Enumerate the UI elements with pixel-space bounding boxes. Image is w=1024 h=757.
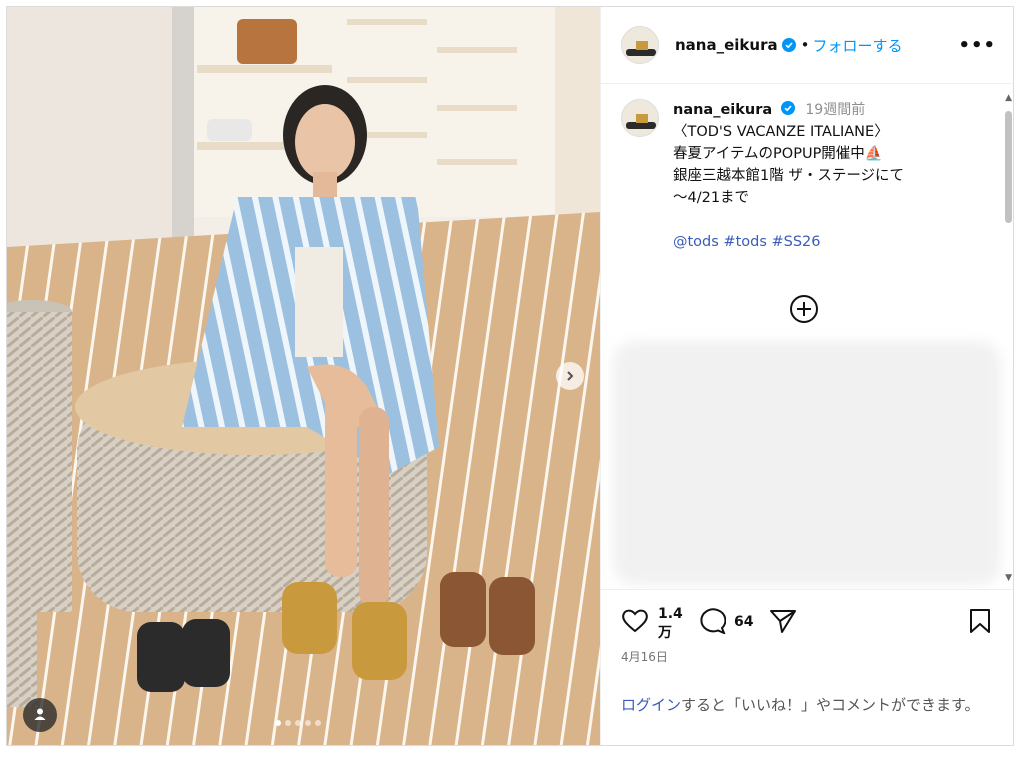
carousel-dot [305, 720, 311, 726]
blurred-comments [613, 341, 1001, 585]
post-date[interactable]: 4月16日 [621, 648, 668, 665]
instagram-post-embed: nana_eikura • フォローする ••• nana_eikura 19週… [6, 6, 1014, 746]
bookmark-icon[interactable] [968, 608, 992, 638]
login-prompt: ログインすると「いいね！」やコメントができます。 [621, 694, 996, 716]
caption-line: 〈TOD'S VACANZE ITALIANE〉 [673, 124, 889, 140]
carousel-dot [315, 720, 321, 726]
caption-line: ～4/21まで [673, 190, 750, 206]
post-photo [7, 7, 600, 745]
header-username[interactable]: nana_eikura [675, 36, 778, 54]
action-bar: 1.4 万 64 [621, 606, 1001, 646]
caption-line: 銀座三越本館1階 ザ・ステージにて [673, 168, 905, 184]
separator-dot: • [800, 36, 810, 54]
verified-badge-icon [780, 101, 795, 115]
avatar[interactable] [621, 26, 659, 64]
post-footer: 1.4 万 64 4月16日 ログインすると「いいね！」やコメントができます。 [601, 589, 1013, 745]
scroll-down-arrow-icon[interactable]: ▼ [1005, 573, 1012, 583]
post-media[interactable] [7, 7, 600, 745]
caption-hashtags[interactable]: @tods #tods #SS26 [673, 231, 993, 253]
heart-icon[interactable] [621, 608, 649, 638]
send-icon[interactable] [769, 608, 797, 638]
tagged-users-button[interactable] [23, 698, 57, 732]
login-prompt-text: すると「いいね！」やコメントができます。 [681, 696, 980, 714]
carousel-dot [295, 720, 301, 726]
caption: nana_eikura 19週間前 〈TOD'S VACANZE ITALIAN… [673, 99, 993, 253]
follow-button[interactable]: フォローする [812, 35, 902, 56]
post-side-panel: nana_eikura • フォローする ••• nana_eikura 19週… [600, 7, 1013, 745]
scroll-up-arrow-icon[interactable]: ▲ [1005, 93, 1012, 103]
chevron-right-icon [564, 367, 576, 386]
carousel-dot [275, 720, 281, 726]
caption-avatar-wrap [621, 99, 659, 137]
person-icon [33, 706, 47, 725]
caption-time[interactable]: 19週間前 [805, 102, 865, 118]
caption-username[interactable]: nana_eikura [673, 102, 772, 118]
caption-line: 春夏アイテムのPOPUP開催中⛵ [673, 146, 883, 162]
comments-count[interactable]: 64 [734, 614, 753, 631]
likes-count[interactable]: 1.4 [658, 606, 683, 623]
comments-scroll-area[interactable]: nana_eikura 19週間前 〈TOD'S VACANZE ITALIAN… [601, 85, 1013, 589]
login-link[interactable]: ログイン [621, 696, 681, 714]
verified-badge-icon [781, 38, 796, 52]
carousel-indicator [275, 720, 321, 726]
next-slide-button[interactable] [556, 362, 584, 390]
more-options-icon[interactable]: ••• [958, 35, 996, 56]
likes-unit: 万 [658, 625, 672, 641]
comment-bubble-icon[interactable] [698, 608, 727, 638]
scrollbar-thumb[interactable] [1005, 111, 1012, 223]
post-header: nana_eikura • フォローする ••• [601, 7, 1013, 84]
load-more-comments-button[interactable] [789, 294, 819, 328]
caption-header: nana_eikura 19週間前 [673, 99, 993, 121]
plus-circle-icon [789, 295, 819, 328]
caption-avatar[interactable] [621, 99, 659, 137]
carousel-dot [285, 720, 291, 726]
